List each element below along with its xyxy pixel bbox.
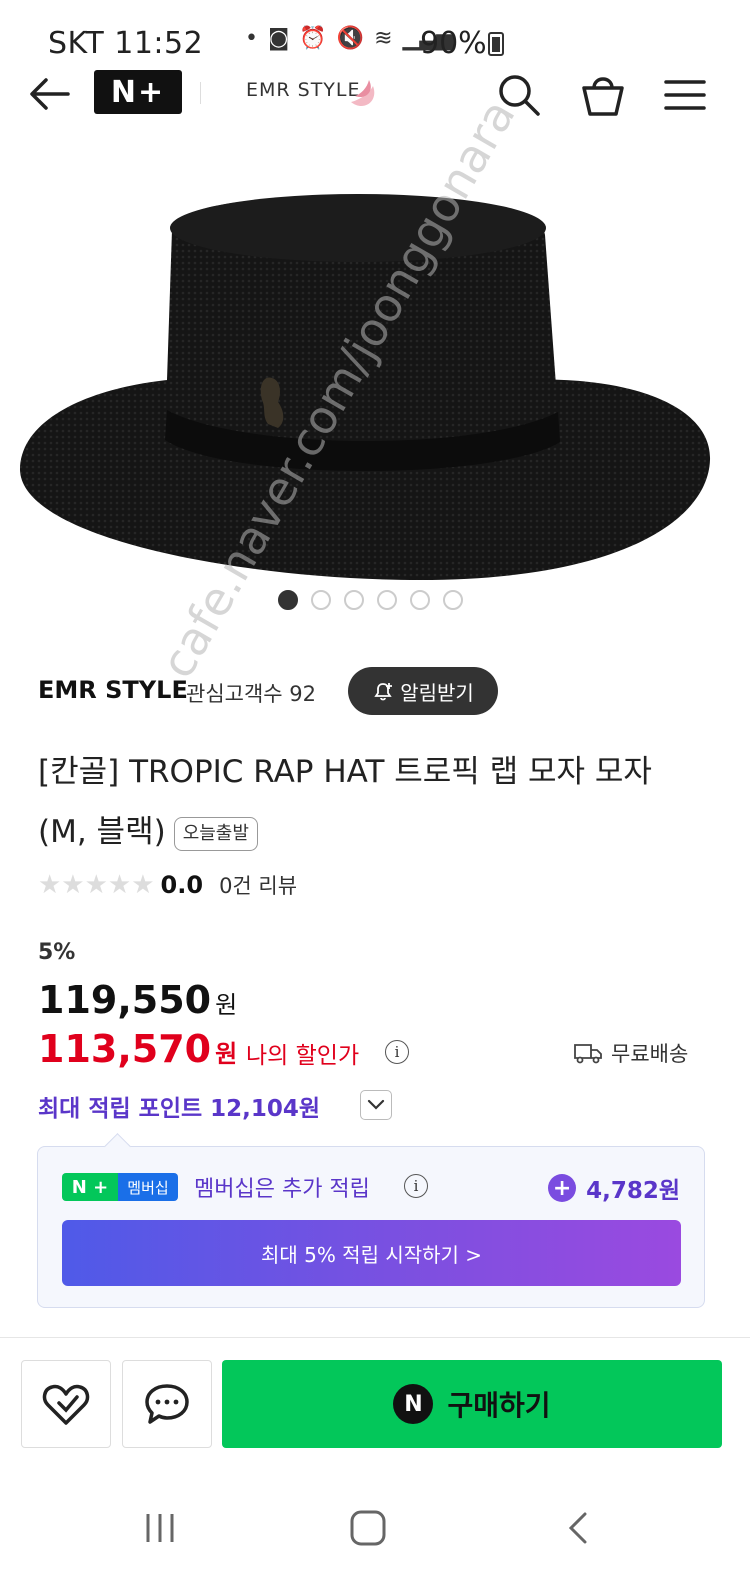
chevron-down-icon bbox=[367, 1099, 385, 1110]
pagination-dot[interactable] bbox=[410, 590, 430, 610]
notify-label: 알림받기 bbox=[400, 680, 474, 705]
membership-points-value: 4,782원 bbox=[586, 1178, 680, 1204]
bell-plus-icon bbox=[374, 683, 393, 701]
store-name[interactable]: EMR STYLE bbox=[246, 79, 361, 101]
sale-price: 113,570 원 bbox=[38, 1027, 237, 1071]
currency-label: 원 bbox=[215, 991, 238, 1019]
header-divider bbox=[200, 82, 201, 104]
battery-icon bbox=[488, 32, 504, 56]
membership-badge-label: 멤버십 bbox=[118, 1173, 178, 1201]
chat-button[interactable] bbox=[122, 1360, 212, 1448]
shopping-bag-icon bbox=[582, 77, 624, 116]
battery-percent: 90% bbox=[420, 26, 487, 61]
info-icon[interactable]: i bbox=[404, 1174, 428, 1198]
follower-count: 관심고객수 92 bbox=[186, 682, 316, 706]
back-button[interactable] bbox=[28, 76, 72, 112]
wishlist-button[interactable] bbox=[21, 1360, 111, 1448]
menu-button[interactable] bbox=[662, 72, 708, 118]
rating-score: 0.0 bbox=[160, 871, 204, 899]
status-bar: SKT 11:52 • ◙ ⏰ 🔇 ≋ ▁▃▅ 90% bbox=[0, 0, 750, 61]
recent-apps-icon bbox=[146, 1514, 174, 1542]
free-shipping: 무료배송 bbox=[573, 1038, 688, 1068]
chat-bubble-icon bbox=[145, 1384, 189, 1424]
discount-rate: 5% bbox=[38, 940, 76, 965]
pagination-dot[interactable] bbox=[443, 590, 463, 610]
star-rating-icon: ★★★★★ bbox=[38, 870, 155, 900]
wifi-icon: ≋ bbox=[374, 26, 393, 51]
buy-button[interactable]: N 구매하기 bbox=[222, 1360, 722, 1448]
pagination-dot[interactable] bbox=[278, 590, 298, 610]
sale-price-value: 113,570 bbox=[38, 1027, 212, 1071]
my-price-label: 나의 할인가 bbox=[246, 1043, 360, 1069]
nplus-badge-icon: N + bbox=[62, 1173, 118, 1201]
notification-icon: ◙ bbox=[267, 26, 290, 51]
info-icon[interactable]: i bbox=[385, 1040, 409, 1064]
buy-label: 구매하기 bbox=[447, 1389, 551, 1422]
rating-row[interactable]: ★★★★★ 0.0 0건 리뷰 bbox=[38, 870, 297, 900]
store-logo-swirl bbox=[351, 80, 375, 107]
review-count[interactable]: 0건 리뷰 bbox=[219, 870, 297, 900]
max-points: 최대 적립 포인트 12,104원 bbox=[38, 1096, 321, 1122]
status-time: SKT 11:52 bbox=[48, 26, 204, 61]
home-button[interactable] bbox=[338, 1498, 398, 1558]
membership-badge: N + 멤버십 bbox=[62, 1173, 178, 1201]
pagination-dot[interactable] bbox=[377, 590, 397, 610]
naver-pay-icon: N bbox=[393, 1384, 434, 1424]
alarm-icon: ⏰ bbox=[299, 26, 327, 51]
points-expand-button[interactable] bbox=[360, 1090, 392, 1120]
seller-name[interactable]: EMR STYLE bbox=[38, 676, 188, 704]
membership-points: + 4,782원 bbox=[548, 1171, 680, 1205]
home-icon bbox=[350, 1510, 386, 1546]
truck-icon bbox=[574, 1044, 602, 1064]
membership-start-button[interactable]: 최대 5% 적립 시작하기 > bbox=[62, 1220, 681, 1286]
product-title: [칸골] TROPIC RAP HAT 트로픽 랩 모자 모자 (M, 블랙) bbox=[38, 754, 652, 850]
original-price-value: 119,550 bbox=[38, 978, 212, 1022]
mute-icon: 🔇 bbox=[336, 26, 365, 51]
back-arrow-icon bbox=[30, 78, 70, 110]
image-pagination bbox=[278, 590, 463, 610]
heart-icon bbox=[42, 1384, 90, 1425]
notify-button[interactable]: 알림받기 bbox=[348, 667, 498, 715]
header: N+ EMR STYLE bbox=[0, 62, 750, 126]
recent-apps-button[interactable] bbox=[130, 1498, 190, 1558]
dot-icon: • bbox=[245, 26, 258, 51]
system-nav-bar bbox=[0, 1470, 750, 1583]
product-image[interactable]: cafe.naver.com/joonggonara bbox=[0, 90, 750, 687]
cart-button[interactable] bbox=[580, 72, 626, 118]
nplus-logo[interactable]: N+ bbox=[94, 70, 182, 114]
plus-icon: + bbox=[548, 1174, 577, 1202]
pagination-dot[interactable] bbox=[311, 590, 331, 610]
divider bbox=[0, 1337, 750, 1338]
free-shipping-label: 무료배송 bbox=[611, 1042, 689, 1066]
menu-icon bbox=[664, 80, 706, 110]
currency-label: 원 bbox=[215, 1040, 238, 1068]
pagination-dot[interactable] bbox=[344, 590, 364, 610]
same-day-badge: 오늘출발 bbox=[173, 816, 258, 851]
product-title-block: [칸골] TROPIC RAP HAT 트로픽 랩 모자 모자 (M, 블랙) 오… bbox=[38, 742, 698, 862]
back-nav-button[interactable] bbox=[548, 1498, 608, 1558]
membership-box: N + 멤버십 멤버십은 추가 적립 i + 4,782원 최대 5% 적립 시… bbox=[37, 1146, 705, 1308]
back-chevron-icon bbox=[568, 1512, 587, 1544]
original-price: 119,550 원 bbox=[38, 978, 237, 1022]
membership-text: 멤버십은 추가 적립 bbox=[194, 1177, 370, 1202]
